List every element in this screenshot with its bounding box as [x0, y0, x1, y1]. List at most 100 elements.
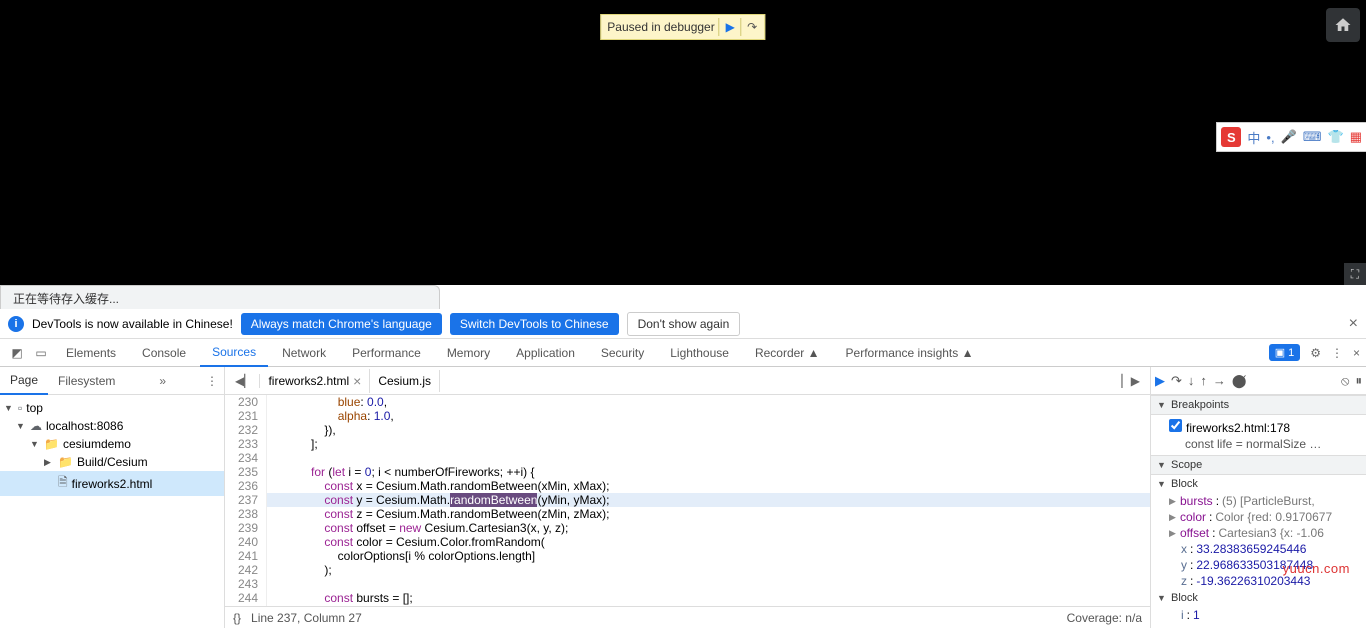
ime-punct[interactable]: •,: [1266, 130, 1274, 145]
scope-var-offset[interactable]: ▶offset: Cartesian3 {x: -1.06: [1151, 525, 1366, 541]
editor-panel: ◀▏ fireworks2.html× Cesium.js ▏▶ 2302312…: [225, 367, 1151, 628]
code-line: for (let i = 0; i < numberOfFireworks; +…: [267, 465, 1150, 479]
braces-icon[interactable]: {}: [233, 611, 241, 625]
scope-var-i[interactable]: i: 1: [1151, 607, 1366, 623]
tab-console[interactable]: Console: [130, 340, 198, 366]
step-into-button[interactable]: ↓: [1188, 373, 1195, 388]
code-line: alpha: 1.0,: [267, 409, 1150, 423]
tab-application[interactable]: Application: [504, 340, 587, 366]
code-line: colorOptions[i % colorOptions.length]: [267, 549, 1150, 563]
home-button[interactable]: [1326, 8, 1360, 42]
scope-block-2[interactable]: ▼Block: [1151, 589, 1366, 607]
resume-icon[interactable]: ▶: [719, 18, 737, 36]
step-icon[interactable]: ↷: [741, 18, 759, 36]
tab-sources[interactable]: Sources: [200, 339, 268, 367]
settings-icon[interactable]: ⚙: [1310, 346, 1321, 360]
language-info-bar: i DevTools is now available in Chinese! …: [0, 309, 1366, 339]
nav-menu-icon[interactable]: ⋮: [200, 374, 224, 388]
code-line: const color = Cesium.Color.fromRandom(: [267, 535, 1150, 549]
tab-network[interactable]: Network: [270, 340, 338, 366]
page-viewport: Paused in debugger ▶ ↷ S 中 •, 🎤 ⌨ 👕 ▦ ⛶: [0, 0, 1366, 285]
editor-tabs: ◀▏ fireworks2.html× Cesium.js ▏▶: [225, 367, 1150, 395]
tab-security[interactable]: Security: [589, 340, 656, 366]
devtools-close-icon[interactable]: ×: [1353, 346, 1360, 360]
deactivate-bp-button[interactable]: ⬤̸: [1232, 373, 1247, 389]
more-icon[interactable]: ⋮: [1331, 346, 1343, 360]
sogou-icon: S: [1221, 127, 1241, 147]
tree-file-fireworks[interactable]: 🗎 fireworks2.html: [0, 471, 224, 496]
file-tab-cesium[interactable]: Cesium.js: [370, 370, 440, 392]
toggle-debug-icon[interactable]: ▏▶: [1116, 374, 1146, 388]
step-over-button[interactable]: ↷: [1171, 373, 1182, 389]
ime-mic-icon[interactable]: 🎤: [1281, 129, 1297, 145]
resume-button[interactable]: ▶: [1155, 373, 1165, 389]
pause-button[interactable]: ⏸: [1356, 373, 1363, 389]
tab-lighthouse[interactable]: Lighthouse: [658, 340, 741, 366]
issues-badge[interactable]: ▣ 1: [1269, 344, 1301, 361]
scope-block-1[interactable]: ▼Block: [1151, 475, 1366, 493]
scope-header[interactable]: ▼Scope: [1151, 455, 1366, 475]
code-line: const bursts = [];: [267, 591, 1150, 605]
code-line: }),: [267, 423, 1150, 437]
file-tree: ▼▫ top ▼☁ localhost:8086 ▼📁 cesiumdemo ▶…: [0, 395, 224, 628]
step-button[interactable]: →: [1213, 373, 1226, 388]
tree-folder-cesiumdemo[interactable]: ▼📁 cesiumdemo: [0, 435, 224, 453]
scope-var-y[interactable]: y: 22.968633503187448: [1151, 557, 1366, 573]
code-line: const offset = new Cesium.Cartesian3(x, …: [267, 521, 1150, 535]
tab-perf-insights[interactable]: Performance insights ▲: [834, 340, 986, 366]
breakpoint-checkbox[interactable]: [1169, 419, 1182, 432]
code-editor[interactable]: 2302312322332342352362372382392402412422…: [225, 395, 1150, 606]
breakpoint-item[interactable]: fireworks2.html:178: [1151, 417, 1366, 437]
scope-var-x[interactable]: x: 33.28383659245446: [1151, 541, 1366, 557]
code-line: [267, 451, 1150, 465]
devtools-tabs: ◩ ▭ Elements Console Sources Network Per…: [0, 339, 1366, 367]
step-out-button[interactable]: ↑: [1200, 373, 1207, 388]
nav-more-icon[interactable]: »: [153, 374, 172, 388]
navigator-panel: Page Filesystem » ⋮ ▼▫ top ▼☁ localhost:…: [0, 367, 225, 628]
code-line: const y = Cesium.Math.randomBetween(yMin…: [267, 493, 1150, 507]
dont-show-button[interactable]: Don't show again: [627, 312, 741, 336]
page-subtab[interactable]: Page: [0, 367, 48, 395]
scope-var-bursts[interactable]: ▶bursts: (5) [ParticleBurst,: [1151, 493, 1366, 509]
device-icon[interactable]: ▭: [30, 346, 52, 360]
ime-lang[interactable]: 中: [1247, 128, 1260, 147]
tree-top[interactable]: ▼▫ top: [0, 399, 224, 417]
code-line: [267, 577, 1150, 591]
tab-elements[interactable]: Elements: [54, 340, 128, 366]
devtools-panel: i DevTools is now available in Chinese! …: [0, 309, 1366, 628]
filesystem-subtab[interactable]: Filesystem: [48, 368, 125, 394]
code-line: ];: [267, 437, 1150, 451]
tab-performance[interactable]: Performance: [340, 340, 433, 366]
cursor-position: Line 237, Column 27: [251, 611, 362, 625]
breakpoint-code: const life = normalSize …: [1151, 437, 1366, 453]
tree-folder-build[interactable]: ▶📁 Build/Cesium: [0, 453, 224, 471]
tab-memory[interactable]: Memory: [435, 340, 502, 366]
ime-skin-icon[interactable]: 👕: [1328, 129, 1344, 145]
info-icon: i: [8, 316, 24, 332]
close-icon[interactable]: ×: [1349, 315, 1358, 333]
file-tab-fireworks[interactable]: fireworks2.html×: [260, 369, 370, 393]
match-language-button[interactable]: Always match Chrome's language: [241, 313, 442, 335]
editor-status-bar: {} Line 237, Column 27 Coverage: n/a: [225, 606, 1150, 628]
tab-recorder[interactable]: Recorder ▲: [743, 340, 832, 366]
switch-chinese-button[interactable]: Switch DevTools to Chinese: [450, 313, 619, 335]
ime-toolbar[interactable]: S 中 •, 🎤 ⌨ 👕 ▦: [1216, 122, 1366, 152]
pause-exception-button[interactable]: ⦸: [1341, 373, 1349, 389]
ime-menu-icon[interactable]: ▦: [1350, 129, 1362, 145]
code-lines: blue: 0.0, alpha: 1.0, }), ]; for (let i…: [267, 395, 1150, 606]
scope-var-z[interactable]: z: -19.36226310203443: [1151, 573, 1366, 589]
toggle-nav-icon[interactable]: ◀▏: [229, 374, 260, 388]
debug-controls: ▶ ↷ ↓ ↑ → ⬤̸ ⦸ ⏸: [1151, 367, 1366, 395]
scope-var-color[interactable]: ▶color: Color {red: 0.9170677: [1151, 509, 1366, 525]
ime-keyboard-icon[interactable]: ⌨: [1303, 129, 1322, 145]
breakpoints-header[interactable]: ▼Breakpoints: [1151, 395, 1366, 415]
inspect-icon[interactable]: ◩: [6, 346, 28, 360]
code-line: const z = Cesium.Math.randomBetween(zMin…: [267, 507, 1150, 521]
line-gutter: 2302312322332342352362372382392402412422…: [225, 395, 267, 606]
debugger-panel: ▶ ↷ ↓ ↑ → ⬤̸ ⦸ ⏸ ▼Breakpoints fireworks2…: [1151, 367, 1366, 628]
browser-tab[interactable]: 正在等待存入缓存...: [0, 285, 440, 311]
fullscreen-button[interactable]: ⛶: [1344, 263, 1366, 285]
coverage-status: Coverage: n/a: [1067, 611, 1142, 625]
close-tab-icon[interactable]: ×: [353, 373, 361, 389]
tree-host[interactable]: ▼☁ localhost:8086: [0, 417, 224, 435]
